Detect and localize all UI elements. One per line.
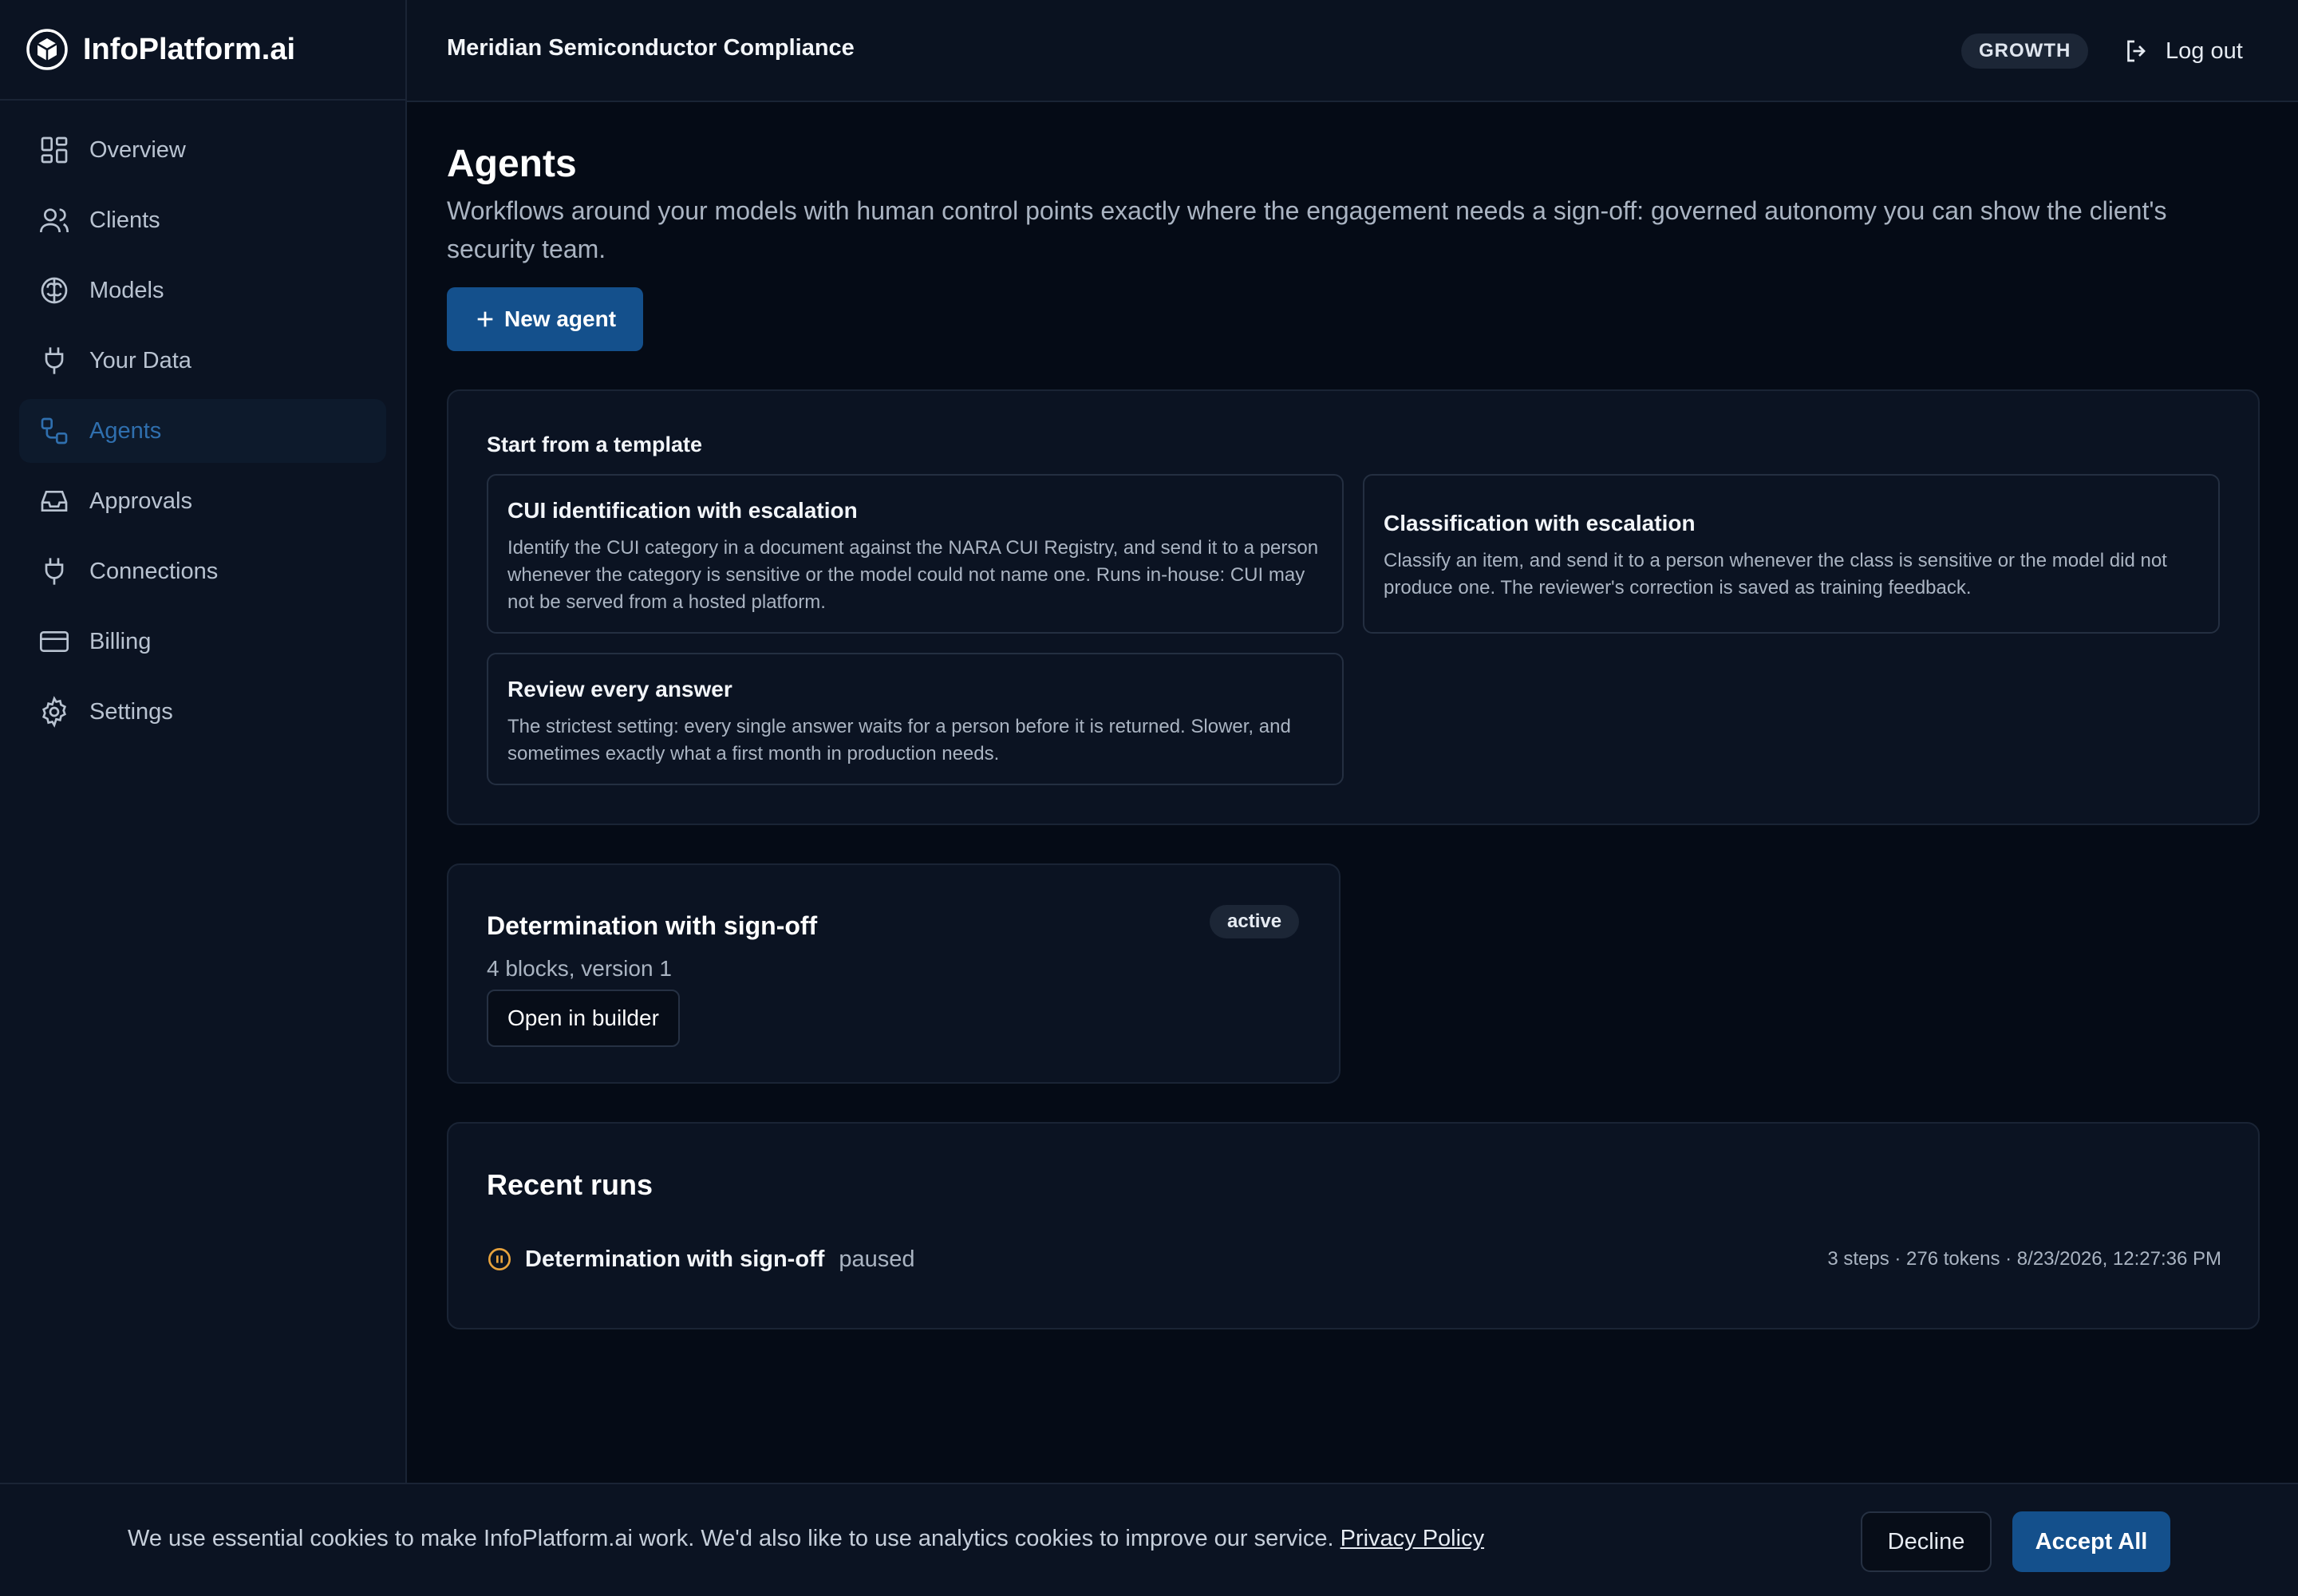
plug-icon bbox=[45, 558, 64, 585]
cookie-text: We use essential cookies to make InfoPla… bbox=[128, 1526, 1334, 1551]
sidebar-item-models[interactable]: Models bbox=[19, 259, 386, 322]
template-description: The strictest setting: every single answ… bbox=[507, 716, 1291, 764]
template-title: Classification with escalation bbox=[1384, 511, 1696, 535]
sidebar-item-your-data[interactable]: Your Data bbox=[19, 329, 386, 393]
templates-heading: Start from a template bbox=[487, 433, 703, 456]
cookie-banner: We use essential cookies to make InfoPla… bbox=[0, 1483, 2298, 1596]
credit-card-icon bbox=[40, 631, 69, 652]
privacy-policy-link[interactable]: Privacy Policy bbox=[1340, 1526, 1485, 1551]
decline-button[interactable]: Decline bbox=[1861, 1511, 1992, 1572]
gear-icon bbox=[42, 696, 66, 728]
agent-meta: 4 blocks, version 1 bbox=[487, 956, 672, 981]
sidebar-item-label: Settings bbox=[89, 698, 173, 725]
sidebar-item-label: Approvals bbox=[89, 488, 192, 514]
agent-name: Determination with sign-off bbox=[487, 911, 818, 940]
template-title: CUI identification with escalation bbox=[507, 498, 858, 523]
sidebar-item-overview[interactable]: Overview bbox=[19, 118, 386, 182]
plus-icon bbox=[477, 311, 493, 327]
sidebar-item-agents[interactable]: Agents bbox=[19, 399, 386, 463]
recent-runs-heading: Recent runs bbox=[487, 1168, 653, 1201]
template-card-classification[interactable]: Classification with escalation Classify … bbox=[1363, 474, 2220, 634]
sidebar-item-label: Overview bbox=[89, 136, 186, 163]
brain-icon bbox=[41, 277, 68, 304]
logout-icon bbox=[2127, 40, 2146, 62]
accept-all-button[interactable]: Accept All bbox=[2012, 1511, 2170, 1572]
templates-section: Start from a template CUI identification… bbox=[447, 389, 2260, 825]
template-description: Classify an item, and send it to a perso… bbox=[1384, 550, 2167, 598]
cookie-text-wrapper: We use essential cookies to make InfoPla… bbox=[128, 1526, 1484, 1552]
recent-runs-section: Recent runs Determination with sign-off … bbox=[447, 1122, 2260, 1329]
status-badge: active bbox=[1210, 905, 1300, 938]
logout-button[interactable]: Log out bbox=[2122, 32, 2243, 70]
sidebar-item-label: Clients bbox=[89, 207, 160, 233]
template-title: Review every answer bbox=[507, 677, 732, 701]
open-in-builder-button[interactable]: Open in builder bbox=[487, 990, 680, 1047]
sidebar-item-label: Billing bbox=[89, 628, 152, 654]
pause-circle-icon bbox=[488, 1248, 511, 1270]
template-description: Identify the CUI category in a document … bbox=[507, 537, 1319, 613]
brand[interactable]: InfoPlatform.ai bbox=[0, 0, 405, 101]
dashboard-grid-icon bbox=[41, 136, 68, 164]
sidebar-item-billing[interactable]: Billing bbox=[19, 610, 386, 674]
agent-card: Determination with sign-off active 4 blo… bbox=[447, 863, 1340, 1084]
sidebar-item-clients[interactable]: Clients bbox=[19, 188, 386, 252]
users-icon bbox=[40, 208, 69, 233]
sidebar-item-label: Your Data bbox=[89, 347, 192, 373]
sidebar-item-label: Agents bbox=[89, 417, 162, 444]
template-card-review-every-answer[interactable]: Review every answer The strictest settin… bbox=[487, 653, 1344, 785]
sidebar-item-connections[interactable]: Connections bbox=[19, 539, 386, 603]
sidebar-nav: Overview Clients Models Your Data Agents… bbox=[0, 101, 405, 744]
top-bar: Meridian Semiconductor Compliance GROWTH… bbox=[407, 0, 2298, 102]
sidebar-item-label: Models bbox=[89, 277, 164, 303]
plan-badge: GROWTH bbox=[1961, 34, 2089, 69]
new-agent-button[interactable]: New agent bbox=[447, 287, 643, 351]
org-name: Meridian Semiconductor Compliance bbox=[447, 35, 855, 61]
cube-icon bbox=[26, 28, 69, 71]
page-title: Agents bbox=[447, 143, 577, 185]
sidebar-item-settings[interactable]: Settings bbox=[19, 680, 386, 744]
run-name-link[interactable]: Determination with sign-off bbox=[525, 1246, 824, 1273]
logout-label: Log out bbox=[2166, 38, 2243, 64]
brand-name: InfoPlatform.ai bbox=[83, 32, 296, 66]
workflow-icon bbox=[41, 417, 68, 444]
new-agent-label: New agent bbox=[503, 306, 617, 331]
sidebar: InfoPlatform.ai Overview Clients Models … bbox=[0, 0, 407, 1596]
sidebar-item-approvals[interactable]: Approvals bbox=[19, 469, 386, 533]
template-card-cui[interactable]: CUI identification with escalation Ident… bbox=[487, 474, 1344, 634]
run-status: paused bbox=[839, 1246, 915, 1272]
page-description: Workflows around your models with human … bbox=[447, 196, 2167, 263]
sidebar-item-label: Connections bbox=[89, 558, 219, 584]
run-meta: 3 steps · 276 tokens · 8/23/2026, 12:27:… bbox=[1827, 1248, 2221, 1270]
inbox-icon bbox=[41, 491, 68, 512]
run-row: Determination with sign-off paused 3 ste… bbox=[487, 1242, 2221, 1277]
plug-icon bbox=[45, 347, 64, 374]
